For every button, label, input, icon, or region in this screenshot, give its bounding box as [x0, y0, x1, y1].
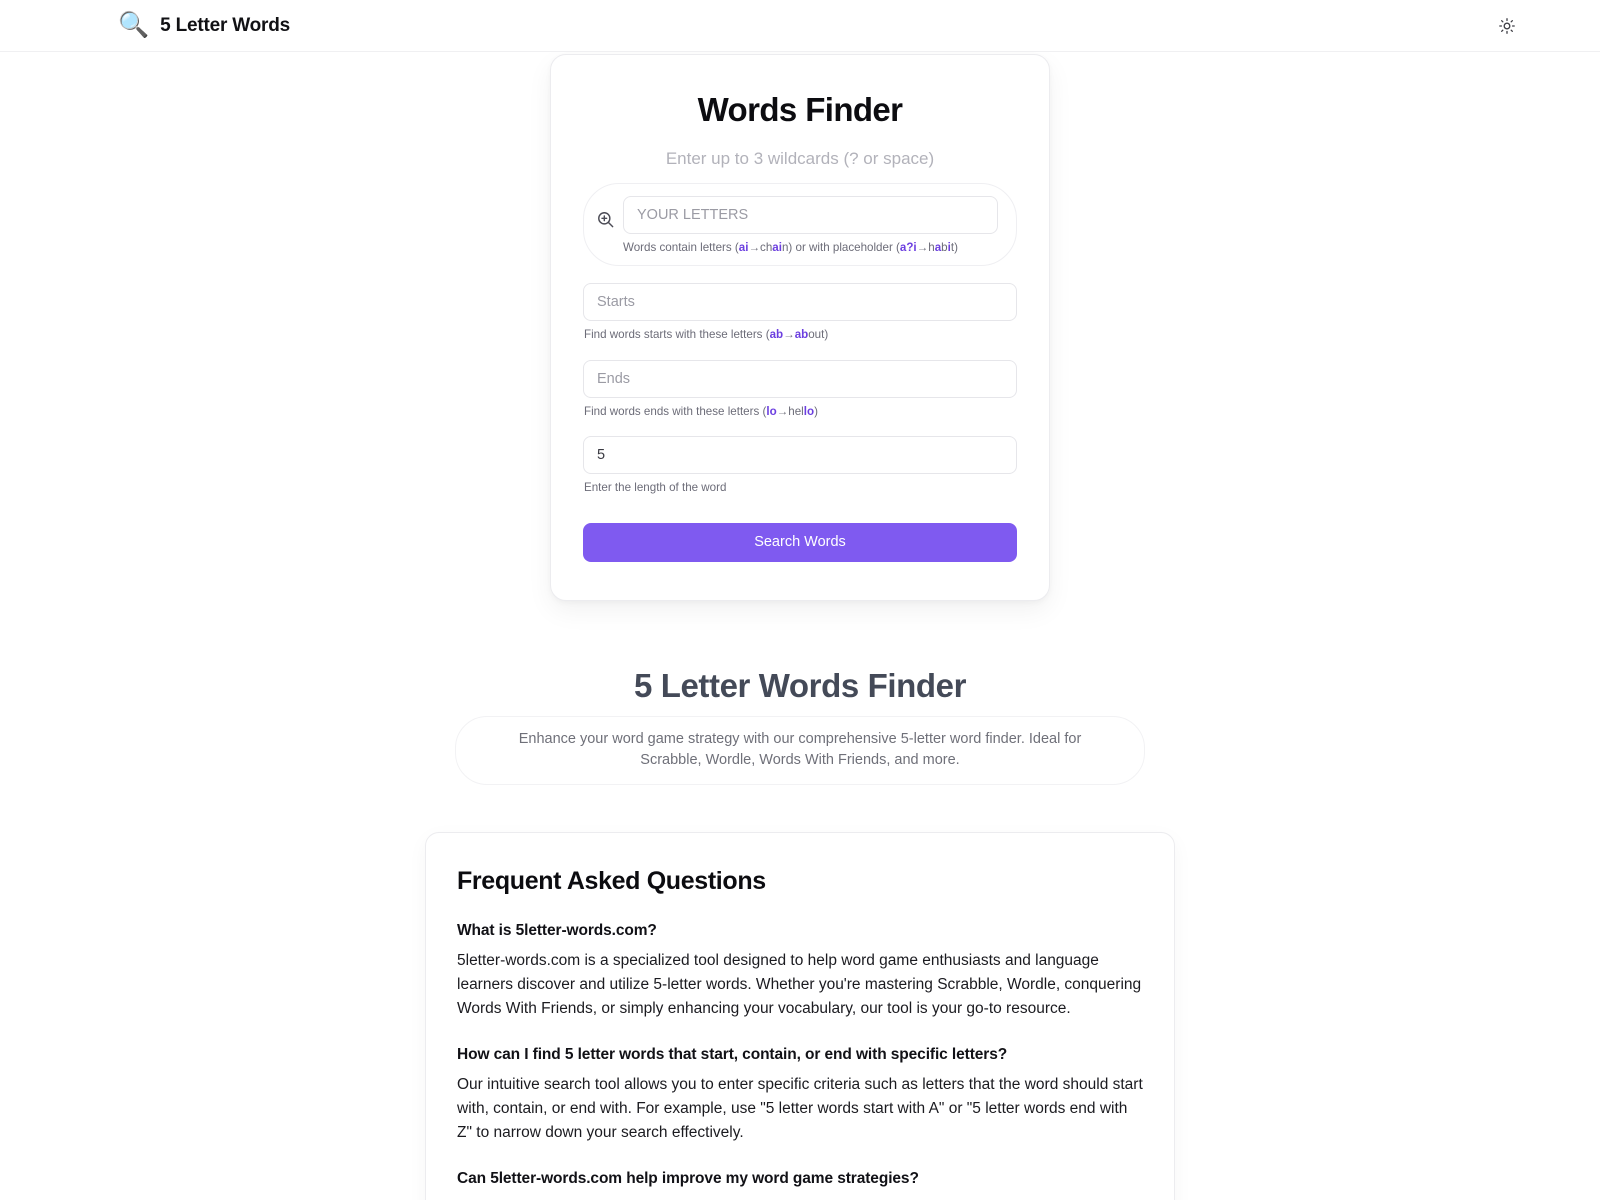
contains-hint-prefix: Words contain letters ( [623, 241, 739, 254]
faq-item: How can I find 5 letter words that start… [457, 1046, 1143, 1144]
contains-hint-b2: ai [772, 241, 782, 254]
site-header: 🔍 5 Letter Words [0, 0, 1600, 52]
magnifying-glass-emoji: 🔍 [118, 11, 150, 39]
length-hint: Enter the length of the word [584, 481, 727, 495]
starts-hint-suffix: out) [808, 328, 829, 342]
ends-hint-suffix: ) [814, 404, 818, 418]
page-container: Words Finder Enter up to 3 wildcards (? … [0, 52, 1600, 1200]
starts-hint-b1: ab [769, 328, 784, 342]
contains-hint-mid2: n) or with placeholder ( [781, 241, 900, 254]
faq-item: Can 5letter-words.com help improve my wo… [457, 1170, 1143, 1188]
faq-answer: Our intuitive search tool allows you to … [457, 1076, 1143, 1141]
sun-icon [1499, 17, 1515, 34]
words-finder-card: Words Finder Enter up to 3 wildcards (? … [550, 54, 1050, 601]
zoom-in-icon [596, 210, 615, 234]
faq-heading: Frequent Asked Questions [457, 867, 766, 896]
starts-with-input[interactable] [583, 283, 1017, 322]
intro-description: Enhance your word game strategy with our… [518, 730, 1082, 768]
brand-logo-link[interactable]: 🔍 5 Letter Words [118, 13, 290, 38]
starts-hint-arrow: → [783, 328, 795, 342]
brand-title: 5 Letter Words [160, 14, 291, 36]
ends-field-group: Find words ends with these letters (lo→h… [583, 359, 1017, 419]
faq-card: Frequent Asked Questions What is 5letter… [425, 832, 1175, 1200]
starts-hint: Find words starts with these letters (ab… [583, 328, 1017, 342]
ends-hint-arrow: → [776, 404, 789, 418]
word-length-input[interactable] [583, 436, 1017, 475]
ends-hint-b1: lo [766, 404, 777, 418]
contains-letters-input[interactable] [623, 196, 998, 234]
intro-description-box: Enhance your word game strategy with our… [455, 715, 1145, 786]
ends-hint-prefix: Find words ends with these letters ( [584, 404, 767, 418]
faq-question: Can 5letter-words.com help improve my wo… [457, 1170, 919, 1188]
contains-hint-arrow2: → [916, 241, 929, 254]
faq-item: What is 5letter-words.com? 5letter-words… [457, 922, 1143, 1020]
search-words-button[interactable]: Search Words [583, 522, 1017, 562]
faq-question: How can I find 5 letter words that start… [457, 1046, 1008, 1064]
contains-hint-suffix: t) [950, 241, 958, 254]
intro-section: 5 Letter Words Finder Enhance your word … [450, 666, 1150, 786]
ends-with-input[interactable] [583, 359, 1017, 398]
ends-hint-mid: hel [788, 404, 804, 418]
starts-hint-prefix: Find words starts with these letters ( [584, 328, 770, 342]
theme-toggle-button[interactable] [1492, 11, 1522, 41]
ends-hint: Find words ends with these letters (lo→h… [583, 405, 1017, 419]
finder-title: Words Finder [697, 91, 903, 128]
intro-title: 5 Letter Words Finder [633, 666, 967, 704]
contains-hint-mid1: ch [760, 241, 773, 254]
contains-hint: Words contain letters (ai→chain) or with… [623, 241, 998, 255]
contains-field-group: Words contain letters (ai→chain) or with… [583, 183, 1017, 267]
faq-answer: 5letter-words.com is a specialized tool … [457, 952, 1142, 1017]
starts-hint-b2: ab [794, 328, 809, 342]
contains-hint-b1: ai [738, 241, 749, 254]
starts-field-group: Find words starts with these letters (ab… [583, 283, 1017, 342]
finder-subtitle: Enter up to 3 wildcards (? or space) [665, 149, 935, 168]
contains-hint-arrow1: → [748, 241, 761, 254]
faq-question: What is 5letter-words.com? [457, 922, 657, 940]
contains-hint-b3: a?i [899, 241, 917, 254]
length-field-group: Enter the length of the word [583, 436, 1017, 495]
ends-hint-b2: lo [803, 404, 815, 418]
